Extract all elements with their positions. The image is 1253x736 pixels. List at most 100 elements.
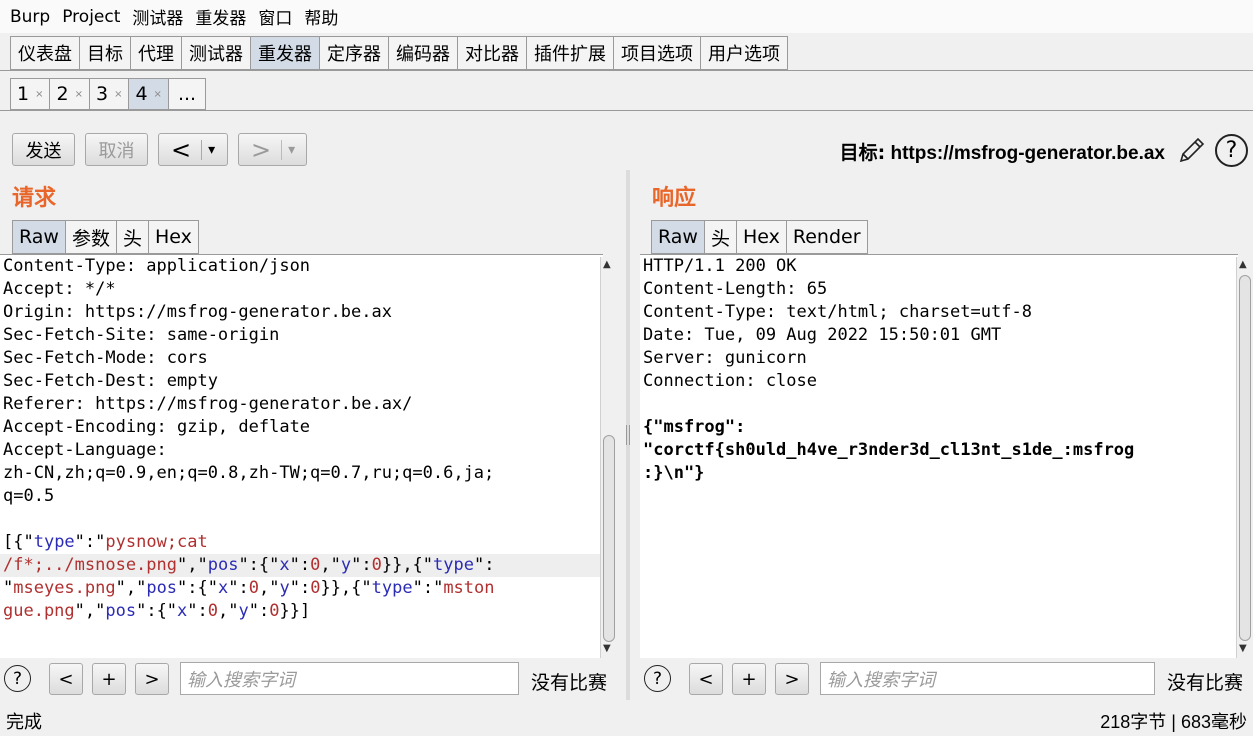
- pane-splitter[interactable]: [626, 170, 630, 700]
- scroll-up-icon[interactable]: ▲: [603, 259, 611, 270]
- json-token: 0: [310, 578, 321, 598]
- json-token: gue.png: [3, 601, 75, 621]
- request-tab[interactable]: 头: [115, 220, 148, 254]
- cancel-button[interactable]: 取消: [85, 133, 148, 166]
- response-add-button[interactable]: +: [732, 663, 766, 695]
- json-token: pysnow;cat: [105, 532, 208, 552]
- main-tab[interactable]: 测试器: [181, 36, 250, 70]
- request-line: [0, 508, 603, 531]
- back-button[interactable]: < ▾: [158, 133, 228, 166]
- request-next-match-button[interactable]: >: [135, 663, 169, 695]
- repeater-tab[interactable]: 3 ×: [88, 78, 129, 110]
- json-token: x: [279, 555, 290, 575]
- scroll-thumb[interactable]: [1239, 275, 1251, 641]
- request-add-button[interactable]: +: [92, 663, 126, 695]
- json-token: mston: [443, 578, 495, 598]
- response-tab[interactable]: Raw: [651, 220, 704, 254]
- scroll-down-icon[interactable]: ▼: [1239, 643, 1247, 654]
- response-body-line: :}\n"}: [643, 463, 705, 483]
- response-line: Content-Length: 65: [643, 279, 828, 299]
- close-tab-icon[interactable]: ×: [154, 89, 162, 100]
- repeater-tab[interactable]: 1 ×: [10, 78, 50, 110]
- request-line: Sec-Fetch-Mode: cors: [3, 348, 208, 368]
- json-token: 0: [207, 601, 219, 621]
- response-body-line: {"msfrog":: [643, 417, 746, 437]
- back-arrow-icon: <: [171, 135, 192, 164]
- menu-bar: Burp Project 测试器 重发器 窗口 帮助: [0, 0, 1253, 33]
- json-token: type: [371, 578, 413, 598]
- repeater-tabs: 1 × 2 × 3 × 4 ×...: [10, 78, 207, 110]
- response-tab[interactable]: Hex: [735, 220, 786, 254]
- request-line: Accept-Encoding: gzip, deflate: [3, 417, 311, 437]
- close-tab-icon[interactable]: ×: [75, 89, 83, 100]
- main-tab[interactable]: 用户选项: [700, 36, 788, 70]
- main-tab[interactable]: 定序器: [319, 36, 388, 70]
- main-tab[interactable]: 代理: [130, 36, 181, 70]
- request-scrollbar[interactable]: ▲ ▼: [600, 257, 616, 658]
- json-token: pos: [146, 578, 178, 598]
- json-token: 0: [310, 555, 321, 575]
- json-token: ": [3, 578, 14, 598]
- request-tab[interactable]: Raw: [12, 220, 65, 254]
- response-tab[interactable]: 头: [703, 220, 736, 254]
- menu-item[interactable]: Project: [62, 7, 120, 27]
- json-token: ",": [74, 601, 106, 621]
- response-search-help-icon[interactable]: ?: [644, 665, 671, 692]
- forward-dropdown-icon[interactable]: ▾: [288, 142, 295, 158]
- main-tab[interactable]: 项目选项: [613, 36, 700, 70]
- scroll-thumb[interactable]: [603, 435, 615, 642]
- main-tab[interactable]: 仪表盘: [10, 36, 79, 70]
- main-tab[interactable]: 重发器: [250, 36, 319, 70]
- request-search-help-icon[interactable]: ?: [4, 665, 31, 692]
- menu-item[interactable]: 测试器: [132, 4, 183, 29]
- target-help-icon[interactable]: ?: [1215, 134, 1248, 167]
- repeater-tab[interactable]: 4 ×: [128, 78, 168, 110]
- send-button[interactable]: 发送: [12, 133, 75, 166]
- scroll-up-icon[interactable]: ▲: [1239, 259, 1247, 270]
- response-body-line: "corctf{sh0uld_h4ve_r3nder3d_cl13nt_s1de…: [643, 440, 1135, 460]
- repeater-tab-label: 1: [17, 83, 30, 105]
- menu-item[interactable]: 重发器: [195, 4, 246, 29]
- scroll-down-icon[interactable]: ▼: [603, 643, 611, 654]
- response-scrollbar[interactable]: ▲ ▼: [1236, 257, 1252, 658]
- forward-arrow-icon: >: [251, 135, 272, 164]
- request-tab[interactable]: Hex: [148, 220, 199, 254]
- bytes-unit: 字节: [1130, 712, 1167, 733]
- forward-button[interactable]: > ▾: [238, 133, 307, 166]
- edit-target-pencil-icon[interactable]: [1176, 134, 1208, 166]
- main-tab[interactable]: 目标: [79, 36, 130, 70]
- response-match-status: 没有比赛: [1167, 672, 1244, 694]
- json-token: ":: [228, 578, 249, 598]
- response-editor[interactable]: HTTP/1.1 200 OK Content-Length: 65 Content…: [640, 254, 1238, 658]
- repeater-tab-divider: [0, 110, 1253, 111]
- request-line: zh-CN,zh;q=0.9,en;q=0.8,zh-TW;q=0.7,ru;q…: [3, 463, 495, 483]
- request-line: Sec-Fetch-Site: same-origin: [3, 325, 280, 345]
- request-tab[interactable]: 参数: [64, 220, 116, 254]
- request-prev-match-button[interactable]: <: [49, 663, 83, 695]
- repeater-tab-label: 4: [135, 83, 148, 105]
- menu-item[interactable]: Burp: [10, 7, 50, 27]
- json-token: }}]: [279, 601, 311, 621]
- response-prev-match-button[interactable]: <: [689, 663, 723, 695]
- json-token: ,": [258, 578, 280, 598]
- button-separator: [201, 139, 203, 160]
- menu-item[interactable]: 帮助: [304, 4, 338, 29]
- repeater-tab[interactable]: ...: [167, 78, 207, 110]
- menu-item[interactable]: 窗口: [258, 4, 292, 29]
- request-body-line: "mseyes.png","pos":{"x":0,"y":0}},{"type…: [0, 577, 603, 600]
- repeater-tab[interactable]: 2 ×: [49, 78, 89, 110]
- main-tab[interactable]: 对比器: [457, 36, 526, 70]
- json-token: ":: [248, 601, 270, 621]
- main-tab[interactable]: 插件扩展: [526, 36, 613, 70]
- json-token: ":": [74, 532, 106, 552]
- status-text: 完成: [6, 712, 42, 733]
- back-dropdown-icon[interactable]: ▾: [208, 142, 215, 158]
- response-next-match-button[interactable]: >: [775, 663, 809, 695]
- close-tab-icon[interactable]: ×: [114, 89, 122, 100]
- request-editor[interactable]: Content-Type: application/json Accept: */…: [0, 254, 603, 658]
- request-search-input[interactable]: 输入搜索字词: [180, 662, 519, 695]
- response-search-input[interactable]: 输入搜索字词: [820, 662, 1155, 695]
- close-tab-icon[interactable]: ×: [35, 89, 43, 100]
- response-tab[interactable]: Render: [785, 220, 868, 254]
- main-tab[interactable]: 编码器: [388, 36, 457, 70]
